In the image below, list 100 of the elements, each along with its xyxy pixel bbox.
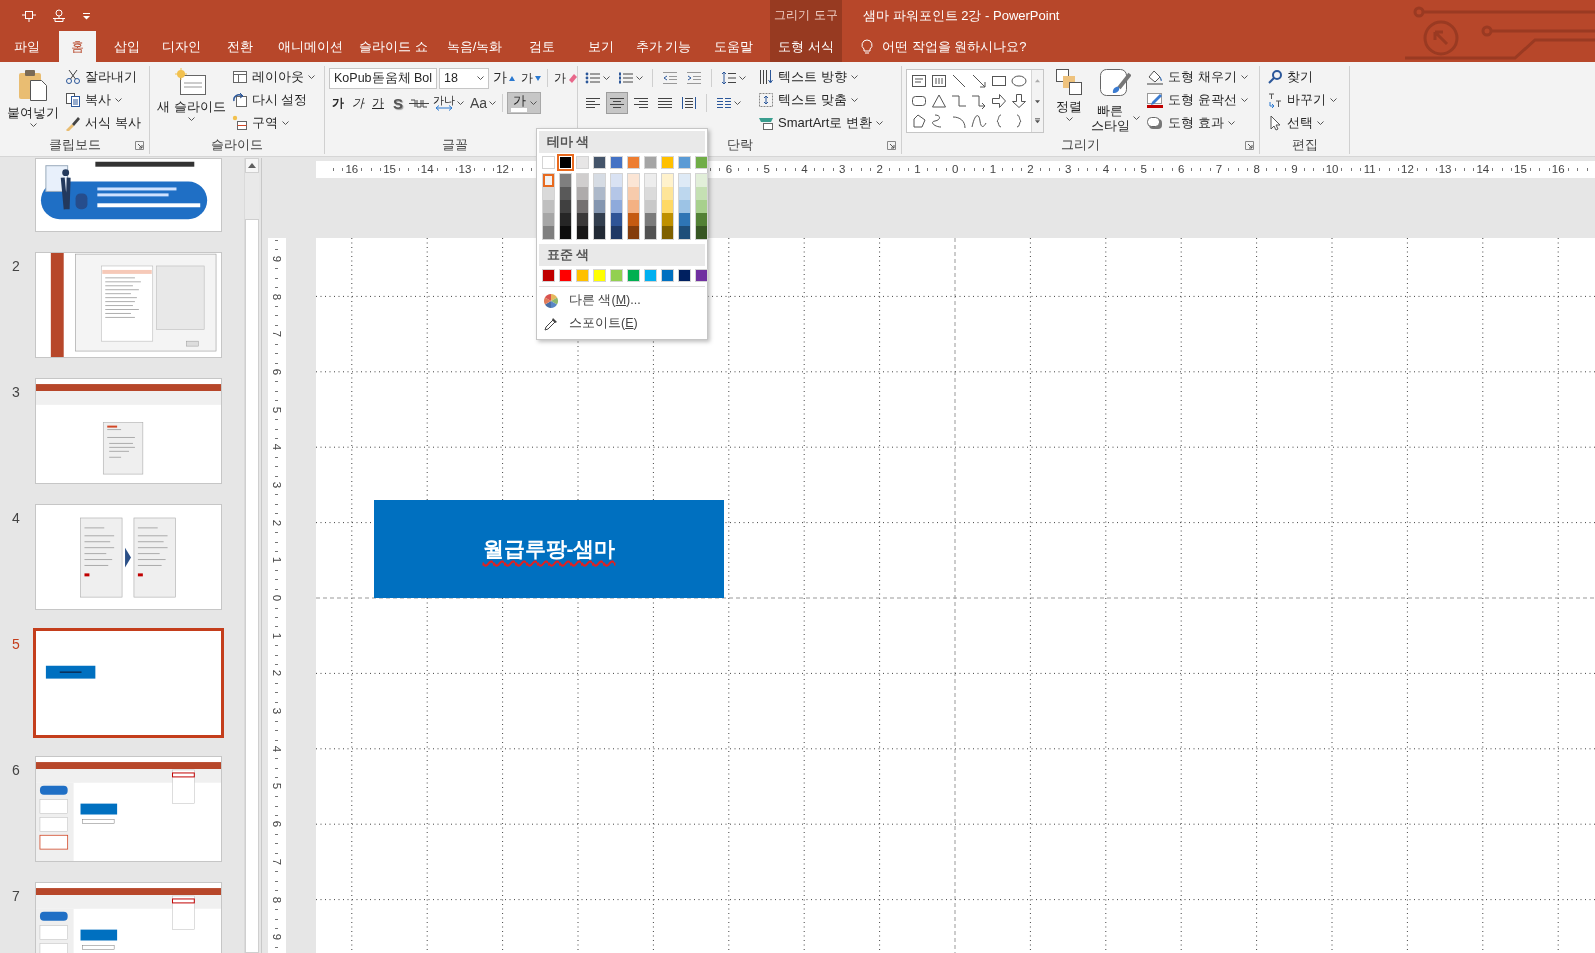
color-swatch[interactable]: [696, 226, 707, 239]
paste-button[interactable]: 붙여넣기: [4, 66, 62, 129]
color-swatch[interactable]: [678, 156, 691, 169]
ribbon-tab[interactable]: 도형 서식: [770, 31, 842, 62]
color-swatch[interactable]: [662, 213, 673, 226]
format-painter-button[interactable]: 서식 복사: [62, 112, 144, 134]
ribbon-tab[interactable]: 애니메이션: [270, 31, 350, 62]
cut-button[interactable]: 잘라내기: [62, 66, 144, 88]
text-box-icon[interactable]: [911, 73, 927, 89]
eyedropper-item[interactable]: 스포이트(E): [539, 312, 705, 335]
color-swatch[interactable]: [696, 213, 707, 226]
align-center-button[interactable]: [606, 92, 628, 114]
color-swatch[interactable]: [560, 213, 571, 226]
arrange-button[interactable]: 정렬: [1052, 66, 1086, 123]
reset-button[interactable]: 다시 설정: [228, 89, 318, 111]
color-swatch[interactable]: [543, 187, 554, 200]
color-swatch[interactable]: [628, 200, 639, 213]
ribbon-tab[interactable]: 전환: [210, 31, 270, 62]
color-swatch[interactable]: [560, 226, 571, 239]
color-swatch[interactable]: [696, 174, 707, 187]
ribbon-tab[interactable]: 파일: [0, 31, 54, 62]
color-swatch[interactable]: [679, 187, 690, 200]
color-swatch[interactable]: [560, 174, 571, 187]
color-swatch[interactable]: [644, 269, 657, 282]
color-swatch[interactable]: [696, 187, 707, 200]
scrollbar-thumb[interactable]: [245, 219, 259, 953]
more-colors-item[interactable]: 다른 색(M)...: [539, 289, 705, 312]
color-swatch[interactable]: [577, 200, 588, 213]
color-swatch[interactable]: [611, 174, 622, 187]
color-swatch[interactable]: [696, 200, 707, 213]
color-swatch[interactable]: [594, 174, 605, 187]
color-swatch[interactable]: [662, 187, 673, 200]
select-button[interactable]: 선택: [1264, 112, 1340, 134]
replace-button[interactable]: 바꾸기: [1264, 89, 1340, 111]
color-swatch[interactable]: [611, 200, 622, 213]
increase-font-size-button[interactable]: 가: [491, 67, 517, 89]
color-swatch[interactable]: [662, 174, 673, 187]
color-swatch[interactable]: [695, 269, 708, 282]
character-spacing-button[interactable]: 가나: [431, 92, 466, 114]
scroll-up-button[interactable]: [245, 158, 259, 173]
right-arrow-icon[interactable]: [991, 93, 1007, 109]
dialog-launcher-icon[interactable]: [1245, 140, 1254, 150]
color-swatch[interactable]: [559, 269, 572, 282]
color-swatch[interactable]: [542, 156, 555, 169]
color-swatch[interactable]: [542, 269, 555, 282]
color-swatch[interactable]: [610, 269, 623, 282]
tell-me-field[interactable]: 어떤 작업을 원하시나요?: [842, 34, 1027, 59]
ribbon-tab[interactable]: 슬라이드 쇼: [350, 31, 437, 62]
new-slide-button[interactable]: 새 슬라이드: [154, 66, 229, 123]
quick-styles-button[interactable]: 빠른 스타일: [1086, 66, 1143, 135]
bold-button[interactable]: 가: [329, 92, 347, 114]
color-swatch[interactable]: [611, 187, 622, 200]
text-shadow-button[interactable]: S: [389, 92, 407, 114]
vertical-text-box-icon[interactable]: [931, 73, 947, 89]
color-swatch[interactable]: [577, 174, 588, 187]
color-swatch[interactable]: [628, 213, 639, 226]
slide-thumbnail[interactable]: [35, 756, 222, 862]
ribbon-tab[interactable]: 검토: [512, 31, 571, 62]
color-swatch[interactable]: [678, 269, 691, 282]
elbow-arrow-icon[interactable]: [971, 93, 987, 109]
color-swatch[interactable]: [594, 226, 605, 239]
ribbon-tab[interactable]: 녹음/녹화: [437, 31, 512, 62]
arc-icon[interactable]: [951, 113, 967, 129]
color-swatch[interactable]: [679, 213, 690, 226]
slide-thumbnail[interactable]: [35, 504, 222, 610]
font-color-button[interactable]: 가: [507, 92, 542, 114]
find-button[interactable]: 찾기: [1264, 66, 1340, 88]
smartart-button[interactable]: SmartArt로 변환: [755, 112, 886, 134]
color-swatch[interactable]: [577, 213, 588, 226]
touch-mode-icon[interactable]: [52, 9, 66, 22]
ribbon-tab[interactable]: 홈: [59, 31, 96, 62]
dialog-launcher-icon[interactable]: [887, 140, 896, 150]
ribbon-tab[interactable]: 보기: [571, 31, 630, 62]
color-swatch[interactable]: [645, 174, 656, 187]
color-swatch[interactable]: [644, 156, 657, 169]
presenter-icon[interactable]: [22, 9, 36, 22]
color-swatch[interactable]: [628, 174, 639, 187]
color-swatch[interactable]: [560, 187, 571, 200]
underline-button[interactable]: 가: [369, 92, 387, 114]
rounded-rectangle-icon[interactable]: [911, 93, 927, 109]
down-arrow-icon[interactable]: [1011, 93, 1027, 109]
shape-effects-button[interactable]: 도형 효과: [1143, 112, 1251, 134]
ribbon-tab[interactable]: 도움말: [697, 31, 770, 62]
clear-formatting-button[interactable]: 가: [552, 67, 580, 89]
ribbon-tab[interactable]: 디자인: [152, 31, 210, 62]
color-swatch[interactable]: [594, 200, 605, 213]
color-swatch[interactable]: [645, 213, 656, 226]
layout-button[interactable]: 레이아웃: [228, 66, 318, 88]
color-swatch[interactable]: [543, 213, 554, 226]
color-swatch[interactable]: [560, 200, 571, 213]
text-box[interactable]: 월급루팡-샘마: [374, 500, 724, 598]
shape-outline-button[interactable]: 도형 윤곽선: [1143, 89, 1251, 111]
color-swatch[interactable]: [661, 156, 674, 169]
color-swatch[interactable]: [611, 213, 622, 226]
color-swatch[interactable]: [576, 269, 589, 282]
rectangle-icon[interactable]: [991, 73, 1007, 89]
curve-icon[interactable]: [971, 113, 987, 129]
italic-button[interactable]: 가: [349, 92, 367, 114]
color-swatch[interactable]: [695, 156, 708, 169]
color-swatch[interactable]: [593, 156, 606, 169]
